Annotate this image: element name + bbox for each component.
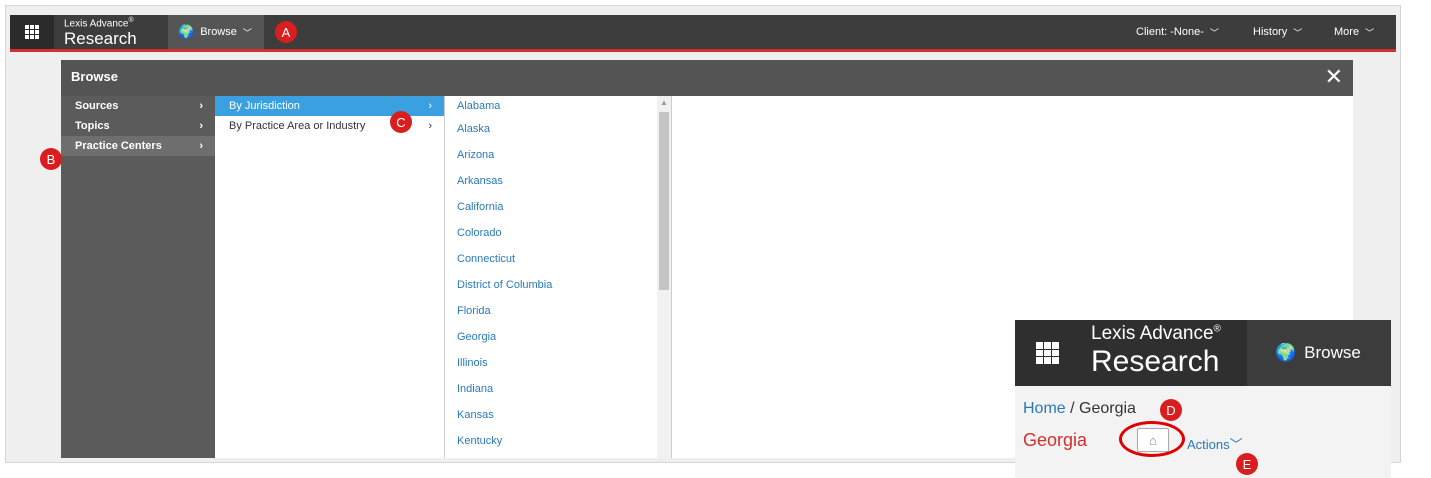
state-link-connecticut[interactable]: Connecticut	[445, 246, 671, 272]
state-link-arizona[interactable]: Arizona	[445, 142, 671, 168]
browse-panel-title: Browse	[71, 69, 118, 84]
globe-icon: 🌍	[178, 24, 195, 39]
scrollbar[interactable]: ▲	[657, 96, 671, 458]
browse-subcategory-column: By Jurisdiction › By Practice Area or Ind…	[215, 96, 445, 458]
subcategory-label: By Practice Area or Industry	[229, 120, 366, 132]
brand-name: Lexis Advance	[64, 18, 129, 30]
apps-menu-button[interactable]	[10, 15, 54, 49]
annotation-marker-e: E	[1236, 453, 1258, 475]
category-practice-centers[interactable]: Practice Centers ›	[61, 136, 215, 156]
state-link-district-of-columbia[interactable]: District of Columbia	[445, 272, 671, 298]
brand-product: Research	[64, 29, 137, 49]
state-link-kansas[interactable]: Kansas	[445, 402, 671, 428]
chevron-right-icon: ›	[428, 100, 432, 112]
category-topics[interactable]: Topics ›	[61, 116, 215, 136]
product-logo[interactable]: Lexis Advance® Research	[64, 17, 137, 47]
state-link-california[interactable]: California	[445, 194, 671, 220]
breadcrumb-home-link[interactable]: Home	[1023, 400, 1066, 417]
browse-label: Browse	[1304, 343, 1361, 362]
browse-menu-button[interactable]: 🌍 Browse	[1247, 320, 1391, 386]
state-link-colorado[interactable]: Colorado	[445, 220, 671, 246]
browse-menu-button[interactable]: 🌍 Browse ﹀	[168, 15, 264, 49]
browse-category-column: Sources › Topics › Practice Centers ›	[61, 96, 215, 458]
globe-icon: 🌍	[1275, 343, 1297, 362]
more-label: More	[1334, 26, 1360, 38]
chevron-down-icon: ﹀	[242, 27, 252, 38]
inset-top-bar: Lexis Advance® Research 🌍 Browse	[1015, 320, 1391, 386]
actions-menu-button[interactable]: Actions﹀	[1187, 434, 1243, 453]
state-link-georgia[interactable]: Georgia	[445, 324, 671, 350]
category-sources[interactable]: Sources ›	[61, 96, 215, 116]
brand-product: Research	[1091, 345, 1220, 378]
annotation-marker-c: C	[390, 111, 412, 133]
client-menu-button[interactable]: Client: -None- ﹀	[1136, 15, 1219, 49]
product-logo[interactable]: Lexis Advance® Research	[1091, 324, 1221, 377]
category-label: Sources	[75, 100, 119, 112]
scroll-up-icon[interactable]: ▲	[660, 98, 668, 107]
brand-name: Lexis Advance	[1091, 323, 1214, 344]
browse-panel-header: Browse ✕	[61, 60, 1353, 96]
subcategory-by-jurisdiction[interactable]: By Jurisdiction ›	[215, 96, 444, 116]
state-link-florida[interactable]: Florida	[445, 298, 671, 324]
chevron-right-icon: ›	[199, 120, 203, 132]
more-menu-button[interactable]: More ﹀	[1334, 15, 1374, 49]
state-link-arkansas[interactable]: Arkansas	[445, 168, 671, 194]
browse-label: Browse	[200, 26, 237, 38]
georgia-page-inset: Lexis Advance® Research 🌍 Browse Home / …	[1015, 320, 1391, 478]
category-label: Topics	[75, 120, 110, 132]
chevron-down-icon: ﹀	[1293, 27, 1303, 38]
breadcrumb: Home / Georgia	[1023, 400, 1136, 418]
inset-page-body: Home / Georgia Georgia ⌂ Actions﹀	[1015, 386, 1391, 478]
client-label: Client: -None-	[1136, 26, 1204, 38]
breadcrumb-current: Georgia	[1079, 400, 1136, 417]
page-title: Georgia	[1023, 430, 1088, 450]
chevron-down-icon: ﹀	[1229, 437, 1243, 452]
state-link-kentucky[interactable]: Kentucky	[445, 428, 671, 454]
chevron-right-icon: ›	[199, 140, 203, 152]
subcategory-label: By Jurisdiction	[229, 100, 300, 112]
state-link-indiana[interactable]: Indiana	[445, 376, 671, 402]
annotation-marker-a: A	[275, 21, 297, 43]
close-icon[interactable]: ✕	[1325, 64, 1343, 90]
chevron-right-icon: ›	[199, 100, 203, 112]
chevron-down-icon: ﹀	[1365, 27, 1375, 38]
actions-label: Actions	[1187, 437, 1230, 452]
grid-icon	[25, 25, 39, 39]
state-link-illinois[interactable]: Illinois	[445, 350, 671, 376]
history-menu-button[interactable]: History ﹀	[1253, 15, 1302, 49]
annotation-marker-b: B	[40, 148, 62, 170]
jurisdiction-list: Alabama Alaska Arizona Arkansas California Co…	[445, 96, 672, 458]
registered-mark: ®	[128, 17, 134, 24]
apps-menu-button[interactable]	[1015, 320, 1079, 386]
state-list: Alabama Alaska Arizona Arkansas California Co…	[445, 96, 671, 454]
breadcrumb-separator: /	[1065, 400, 1080, 417]
history-label: History	[1253, 26, 1288, 38]
chevron-right-icon: ›	[428, 120, 432, 132]
state-link-alabama[interactable]: Alabama	[445, 96, 671, 116]
grid-icon	[1036, 342, 1059, 364]
state-link-alaska[interactable]: Alaska	[445, 116, 671, 142]
annotation-marker-d: D	[1160, 399, 1182, 421]
top-navigation-bar: Lexis Advance® Research 🌍 Browse ﹀ Clien…	[10, 15, 1396, 52]
registered-mark: ®	[1213, 323, 1221, 335]
scrollbar-thumb[interactable]	[659, 112, 669, 290]
category-label: Practice Centers	[75, 140, 162, 152]
highlight-ring	[1119, 421, 1185, 457]
chevron-down-icon: ﹀	[1209, 27, 1219, 38]
